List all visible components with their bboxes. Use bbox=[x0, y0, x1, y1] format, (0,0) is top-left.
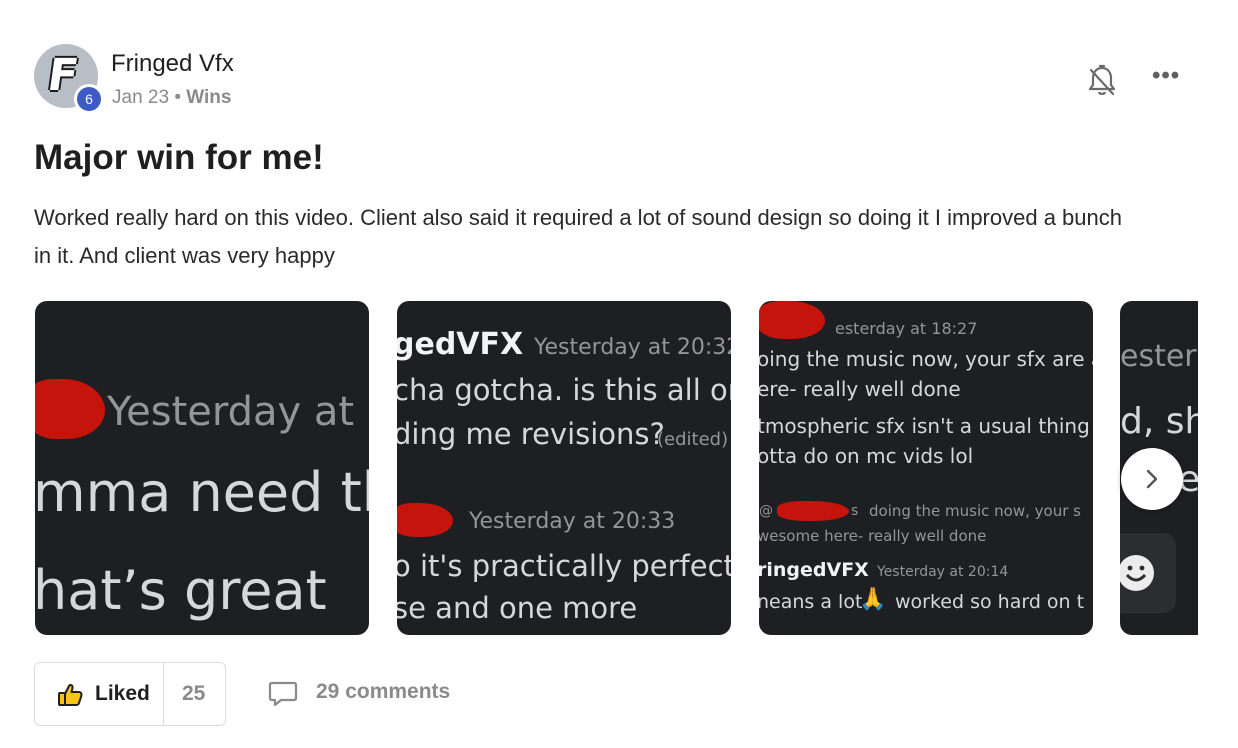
redaction-mark bbox=[397, 503, 453, 537]
screenshot-text: oing the music now, your sfx are a bbox=[759, 347, 1093, 371]
image-gallery: Yesterday at mma need tha hat’s great ge… bbox=[35, 301, 1198, 635]
screenshot-text: hat’s great bbox=[35, 559, 327, 622]
bell-off-icon[interactable] bbox=[1087, 64, 1117, 98]
emoji-button bbox=[1120, 533, 1176, 613]
screenshot-text: cha gotcha. is this all or bbox=[397, 373, 731, 407]
screenshot-text: wesome here- really well done bbox=[759, 527, 987, 545]
comments-count: 29 comments bbox=[316, 680, 451, 703]
post-body: Worked really hard on this video. Client… bbox=[34, 205, 1122, 268]
more-options-icon[interactable]: ••• bbox=[1152, 64, 1186, 88]
post-header: F 6 Fringed Vfx Jan 23 • Wins ••• bbox=[34, 44, 1194, 114]
screenshot-text: doing the music now, your s bbox=[869, 502, 1081, 520]
screenshot-text: se and one more bbox=[397, 591, 638, 625]
screenshot-text: (edited) bbox=[657, 429, 729, 450]
screenshot-text: otta do on mc vids lol bbox=[759, 444, 974, 468]
post-meta: Jan 23 • Wins bbox=[112, 87, 231, 109]
redaction-mark bbox=[35, 379, 105, 439]
author-name[interactable]: Fringed Vfx bbox=[111, 50, 234, 78]
screenshot-text: neans a lot bbox=[759, 591, 863, 613]
screenshot-text: ringedVFX bbox=[759, 559, 869, 581]
redaction-mark bbox=[777, 501, 849, 521]
screenshot-text: ding me revisions? bbox=[397, 417, 665, 451]
like-count[interactable]: 25 bbox=[182, 682, 205, 706]
screenshot-emoji: 🙏 bbox=[859, 587, 887, 612]
gallery-image-1[interactable]: Yesterday at mma need tha hat’s great bbox=[35, 301, 369, 635]
screenshot-text: d, sh bbox=[1120, 401, 1198, 442]
gallery-image-2[interactable]: gedVFX Yesterday at 20:32 cha gotcha. is… bbox=[397, 301, 731, 635]
level-badge: 6 bbox=[74, 84, 104, 114]
screenshot-text: Yesterday at 20:32 bbox=[534, 335, 731, 360]
screenshot-text: mma need tha bbox=[35, 461, 369, 524]
screenshot-text: tmospheric sfx isn't a usual thing y bbox=[759, 414, 1093, 438]
screenshot-text: s bbox=[851, 503, 859, 519]
redaction-mark bbox=[759, 301, 825, 339]
comment-icon bbox=[268, 681, 298, 707]
screenshot-text: Yesterday at 20:14 bbox=[877, 564, 1009, 580]
post-date: Jan 23 bbox=[112, 87, 170, 108]
thumbs-up-icon bbox=[57, 683, 83, 712]
meta-separator: • bbox=[174, 87, 181, 108]
like-button[interactable]: Liked 25 bbox=[34, 662, 226, 726]
chevron-right-icon bbox=[1146, 469, 1158, 489]
screenshot-text: ere- really well done bbox=[759, 377, 961, 401]
screenshot-text: Yesterday at bbox=[107, 389, 355, 435]
post-title: Major win for me! bbox=[34, 138, 324, 177]
gallery-next-button[interactable] bbox=[1121, 448, 1183, 510]
divider bbox=[163, 663, 164, 725]
like-label: Liked bbox=[95, 682, 150, 705]
screenshot-text: esterday at 18:27 bbox=[835, 319, 978, 338]
gallery-image-3[interactable]: esterday at 18:27 oing the music now, yo… bbox=[759, 301, 1093, 635]
smile-icon bbox=[1120, 555, 1154, 591]
screenshot-text: Yesterday at 20:33 bbox=[469, 509, 676, 534]
screenshot-text: gedVFX bbox=[397, 327, 524, 362]
screenshot-text: worked so hard on t bbox=[895, 591, 1085, 613]
screenshot-text: ester bbox=[1120, 339, 1197, 374]
screenshot-text: @ bbox=[759, 503, 773, 519]
screenshot-text: o it's practically perfect bbox=[397, 549, 731, 583]
post-category[interactable]: Wins bbox=[186, 87, 231, 108]
